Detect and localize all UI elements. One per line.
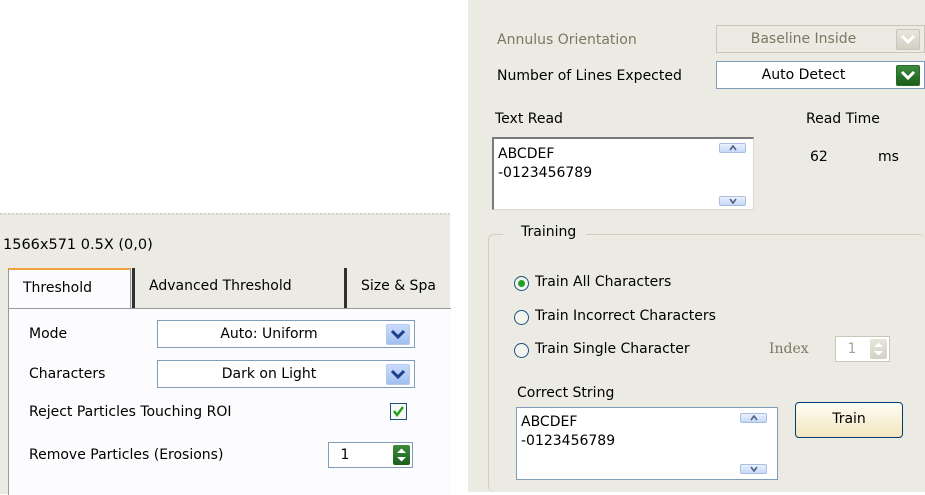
lines-expected-value: Auto Detect: [761, 67, 846, 83]
index-label: Index: [769, 341, 809, 357]
tab-size-and-spacing[interactable]: Size & Spa: [344, 268, 450, 308]
image-info-status: 1566x571 0.5X (0,0): [3, 237, 153, 253]
mode-label: Mode: [29, 326, 68, 342]
correct-string-line: -0123456789: [521, 433, 616, 449]
annulus-orientation-value: Baseline Inside: [750, 31, 857, 47]
radio-selected-icon: [518, 280, 525, 287]
ocr-settings-panel: Annulus Orientation Baseline Inside Numb…: [468, 0, 925, 492]
threshold-panel: 1566x571 0.5X (0,0) Threshold Advanced T…: [0, 213, 451, 495]
spinner-arrows-icon[interactable]: [393, 445, 410, 465]
scroll-up-icon[interactable]: [719, 143, 746, 153]
chevron-down-icon[interactable]: [896, 65, 920, 86]
correct-string-line: ABCDEF: [521, 414, 578, 430]
tab-strip: Threshold Advanced Threshold Size & Spa: [8, 268, 450, 308]
text-read-line: -0123456789: [498, 165, 593, 181]
scroll-up-icon[interactable]: [740, 413, 767, 423]
lines-expected-label: Number of Lines Expected: [497, 68, 682, 84]
train-button[interactable]: Train: [795, 402, 903, 438]
annulus-orientation-label: Annulus Orientation: [497, 32, 637, 48]
read-time-unit: ms: [878, 149, 899, 165]
remove-particles-stepper[interactable]: 1: [328, 442, 413, 468]
annulus-orientation-dropdown[interactable]: Baseline Inside: [716, 25, 925, 53]
chevron-down-icon[interactable]: [386, 364, 410, 385]
train-incorrect-label[interactable]: Train Incorrect Characters: [535, 308, 716, 324]
characters-label: Characters: [29, 366, 106, 382]
reject-particles-checkbox[interactable]: [390, 403, 407, 420]
train-single-radio[interactable]: [514, 343, 529, 358]
train-single-label[interactable]: Train Single Character: [535, 341, 690, 357]
tab-advanced-threshold[interactable]: Advanced Threshold: [132, 268, 344, 308]
train-all-label[interactable]: Train All Characters: [535, 274, 671, 290]
text-read-line: ABCDEF: [498, 146, 555, 162]
chevron-down-icon[interactable]: [896, 29, 920, 50]
read-time-label: Read Time: [806, 111, 880, 127]
index-value: 1: [847, 341, 857, 357]
scroll-down-icon[interactable]: [719, 196, 746, 206]
training-title: Training: [503, 224, 587, 240]
text-read-label: Text Read: [495, 111, 563, 127]
chevron-down-icon[interactable]: [386, 324, 410, 345]
read-time-value: 62: [810, 149, 828, 165]
training-groupbox: Training Train All Characters Train Inco…: [488, 224, 925, 492]
train-all-radio[interactable]: [514, 276, 529, 291]
remove-particles-label: Remove Particles (Erosions): [29, 447, 224, 463]
checkmark-icon: [393, 406, 404, 417]
correct-string-input[interactable]: ABCDEF -0123456789: [516, 407, 778, 480]
index-stepper[interactable]: 1: [835, 336, 890, 362]
tab-threshold[interactable]: Threshold: [8, 268, 131, 308]
scroll-down-icon[interactable]: [740, 464, 767, 474]
characters-value: Dark on Light: [221, 366, 317, 382]
threshold-tab-content: Mode Auto: Uniform Characters Dark on Li…: [8, 308, 451, 495]
reject-particles-label: Reject Particles Touching ROI: [29, 404, 232, 420]
mode-value: Auto: Uniform: [220, 326, 318, 342]
text-read-box[interactable]: ABCDEF -0123456789: [492, 137, 754, 210]
mode-dropdown[interactable]: Auto: Uniform: [157, 320, 415, 348]
characters-dropdown[interactable]: Dark on Light: [157, 360, 415, 388]
correct-string-label: Correct String: [517, 385, 615, 401]
train-incorrect-radio[interactable]: [514, 310, 529, 325]
spinner-arrows-icon[interactable]: [870, 339, 887, 359]
lines-expected-dropdown[interactable]: Auto Detect: [716, 61, 925, 89]
remove-particles-value: 1: [340, 447, 350, 463]
